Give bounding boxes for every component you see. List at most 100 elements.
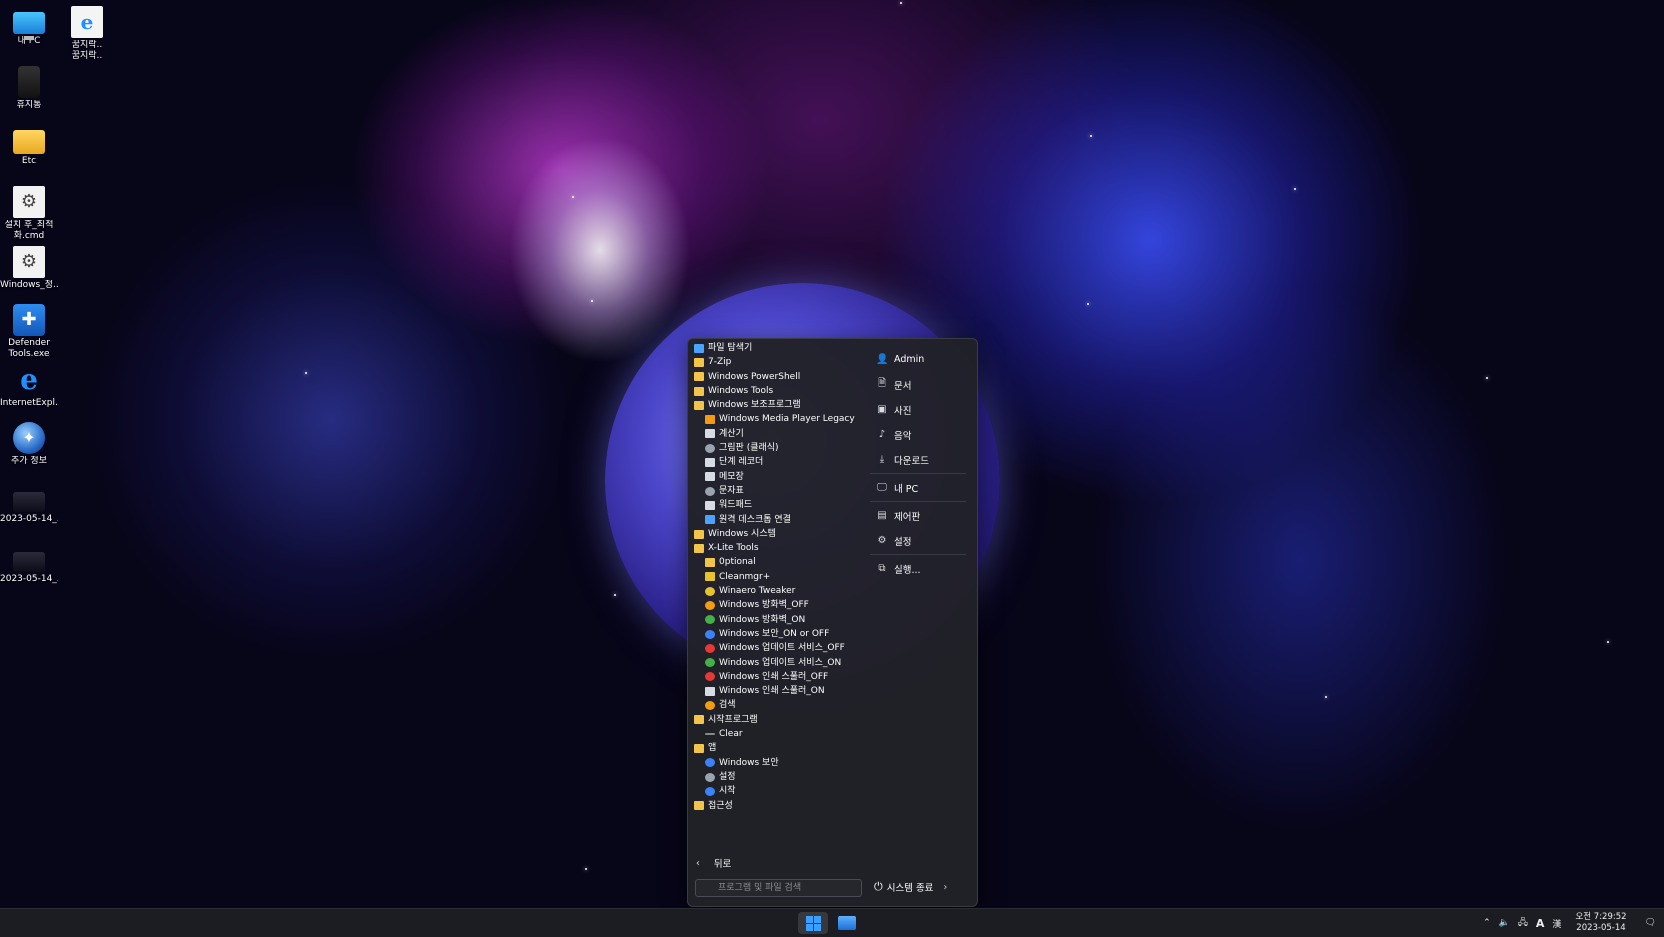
right-item-documents[interactable]: 🗎 문서 [870,372,970,397]
gear-icon: ⚙ [877,535,887,546]
right-item-downloads[interactable]: ⤓ 다운로드 [870,447,970,472]
program-folder-optional[interactable]: 0ptional [694,555,864,569]
program-item-wordpad[interactable]: 워드패드 [694,498,864,512]
network-icon[interactable]: 🖧 [1518,915,1528,931]
desktop-icon-label: 휴지통 [16,100,42,110]
ime-mode-indicator[interactable]: 漢 [1552,917,1561,930]
program-item-spooler-off[interactable]: Windows 인쇄 스풀러_OFF [694,670,864,684]
program-item-label: 그림판 (클래식) [719,443,779,454]
right-item-music[interactable]: ♪ 음악 [870,422,970,447]
program-item-notepad[interactable]: 메모장 [694,470,864,484]
wallpaper-star [614,594,616,596]
program-item-label: Windows 방화벽_ON [719,614,806,625]
desktop-icon-optimize-cmd[interactable]: ⚙ 설치 후_최적화.cmd [0,186,58,242]
search-input[interactable] [695,879,862,897]
program-item-clear[interactable]: Clear [694,727,864,741]
program-item-media-player[interactable]: Windows Media Player Legacy [694,412,864,426]
right-item-label: 문서 [894,380,912,392]
program-item-calculator[interactable]: 계산기 [694,427,864,441]
remote-desktop-icon [705,515,715,525]
program-item-label: Clear [719,729,743,740]
program-list: 파일 탐색기 7-Zip Windows PowerShell Windows … [694,341,864,813]
desktop-icon-defender-tools[interactable]: ✚ Defender Tools.exe [0,304,58,360]
program-item-label: Windows 시스템 [708,528,776,539]
start-button[interactable] [798,912,828,934]
folder-icon [13,130,45,154]
clear-icon [705,733,715,736]
video-thumbnail-icon [13,552,45,572]
program-item-label: Windows 인쇄 스풀러_OFF [719,671,829,682]
program-item-start[interactable]: 시작 [694,784,864,798]
desktop-icon-video-file[interactable]: 2023-05-14_... [0,544,58,585]
right-item-control-panel[interactable]: ▤ 제어판 [870,503,970,528]
steps-recorder-icon [705,458,715,468]
desktop: 내 PC e 꿈지락.. 꿈지락.. 휴지통 Etc ⚙ 설치 후_최적화.cm… [0,0,1664,908]
clock-date: 2023-05-14 [1576,923,1626,933]
chevron-right-icon[interactable]: › [943,882,947,893]
program-folder-powershell[interactable]: Windows PowerShell [694,370,864,384]
run-icon: ⧉ [878,563,886,574]
chevron-up-icon[interactable]: ⌃ [1483,918,1491,928]
program-item-search[interactable]: 검색 [694,698,864,712]
internet-explorer-icon: e [71,6,103,38]
right-item-label: 다운로드 [894,455,929,467]
program-item-cleanmgr[interactable]: Cleanmgr+ [694,570,864,584]
program-folder-7zip[interactable]: 7-Zip [694,355,864,369]
program-item-steps-recorder[interactable]: 단계 레코더 [694,455,864,469]
program-item-label: 시작프로그램 [708,714,758,725]
program-item-firewall-off[interactable]: Windows 방화벽_OFF [694,598,864,612]
firewall-off-icon [705,600,715,610]
volume-icon[interactable]: 🔈 [1499,918,1510,928]
ime-language-indicator[interactable]: A [1536,917,1545,930]
program-item-label: 단계 레코더 [719,457,764,468]
program-item-security-toggle[interactable]: Windows 보안_ON or OFF [694,627,864,641]
file-explorer-icon [694,343,704,353]
program-item-label: 설정 [719,771,736,782]
desktop-icon-video-file[interactable]: 2023-05-14_... [0,484,58,525]
right-item-my-pc[interactable]: 🖵 내 PC [870,475,970,500]
desktop-icon-windows-script[interactable]: ⚙ Windows_정... [0,246,58,291]
program-folder-startup[interactable]: 시작프로그램 [694,713,864,727]
program-folder-windows-tools[interactable]: Windows Tools [694,384,864,398]
desktop-icon-etc-folder[interactable]: Etc [0,124,58,167]
program-folder-accessibility[interactable]: 접근성 [694,799,864,813]
program-item-remote-desktop[interactable]: 원격 데스크톱 연결 [694,513,864,527]
clock[interactable]: 오전 7:29:52 2023-05-14 [1575,912,1626,934]
notification-icon[interactable]: 🗨 [1645,918,1656,928]
program-folder-xlite-tools[interactable]: X-Lite Tools [694,541,864,555]
program-item-settings[interactable]: 설정 [694,770,864,784]
desktop-icon-my-pc[interactable]: 내 PC [0,6,58,47]
program-item-file-explorer[interactable]: 파일 탐색기 [694,341,864,355]
program-item-label: 파일 탐색기 [708,343,753,353]
taskbar-file-explorer[interactable] [832,912,862,934]
right-item-run[interactable]: ⧉ 실행... [870,556,970,581]
taskbar: ⌃ 🔈 🖧 A 漢 오전 7:29:52 2023-05-14 🗨 [0,908,1664,937]
program-item-label: 메모장 [719,471,744,482]
program-item-firewall-on[interactable]: Windows 방화벽_ON [694,613,864,627]
desktop-icon-recycle-bin[interactable]: 휴지통 [0,66,58,111]
program-item-character-map[interactable]: 문자표 [694,484,864,498]
desktop-icon-internet-explorer[interactable]: e InternetExpl... [0,364,58,409]
video-thumbnail-icon [13,492,45,512]
program-folder-windows-system[interactable]: Windows 시스템 [694,527,864,541]
windows-security-icon [705,758,715,768]
wallpaper-star [1607,641,1609,643]
program-item-windows-security[interactable]: Windows 보안 [694,756,864,770]
right-item-pictures[interactable]: ▣ 사진 [870,397,970,422]
program-item-paint[interactable]: 그림판 (클래식) [694,441,864,455]
program-item-spooler-on[interactable]: Windows 인쇄 스풀러_ON [694,684,864,698]
program-item-update-on[interactable]: Windows 업데이트 서비스_ON [694,656,864,670]
wallpaper-star [591,300,593,302]
shutdown-button[interactable]: ⏻ 시스템 종료 › [874,880,947,894]
right-item-settings[interactable]: ⚙ 설정 [870,528,970,553]
firewall-on-icon [705,615,715,625]
program-folder-apps[interactable]: 앱 [694,741,864,755]
desktop-icon-shortcut[interactable]: e 꿈지락.. 꿈지락.. [58,6,116,62]
program-item-winaero-tweaker[interactable]: Winaero Tweaker [694,584,864,598]
program-folder-accessories[interactable]: Windows 보조프로그램 [694,398,864,412]
right-item-admin[interactable]: 👤 Admin [870,347,970,372]
program-item-update-off[interactable]: Windows 업데이트 서비스_OFF [694,641,864,655]
desktop-icon-more-info[interactable]: ✦ 추가 정보 [0,422,58,467]
back-button[interactable]: ‹ 뒤로 [696,856,731,871]
program-item-label: 시작 [719,786,736,797]
